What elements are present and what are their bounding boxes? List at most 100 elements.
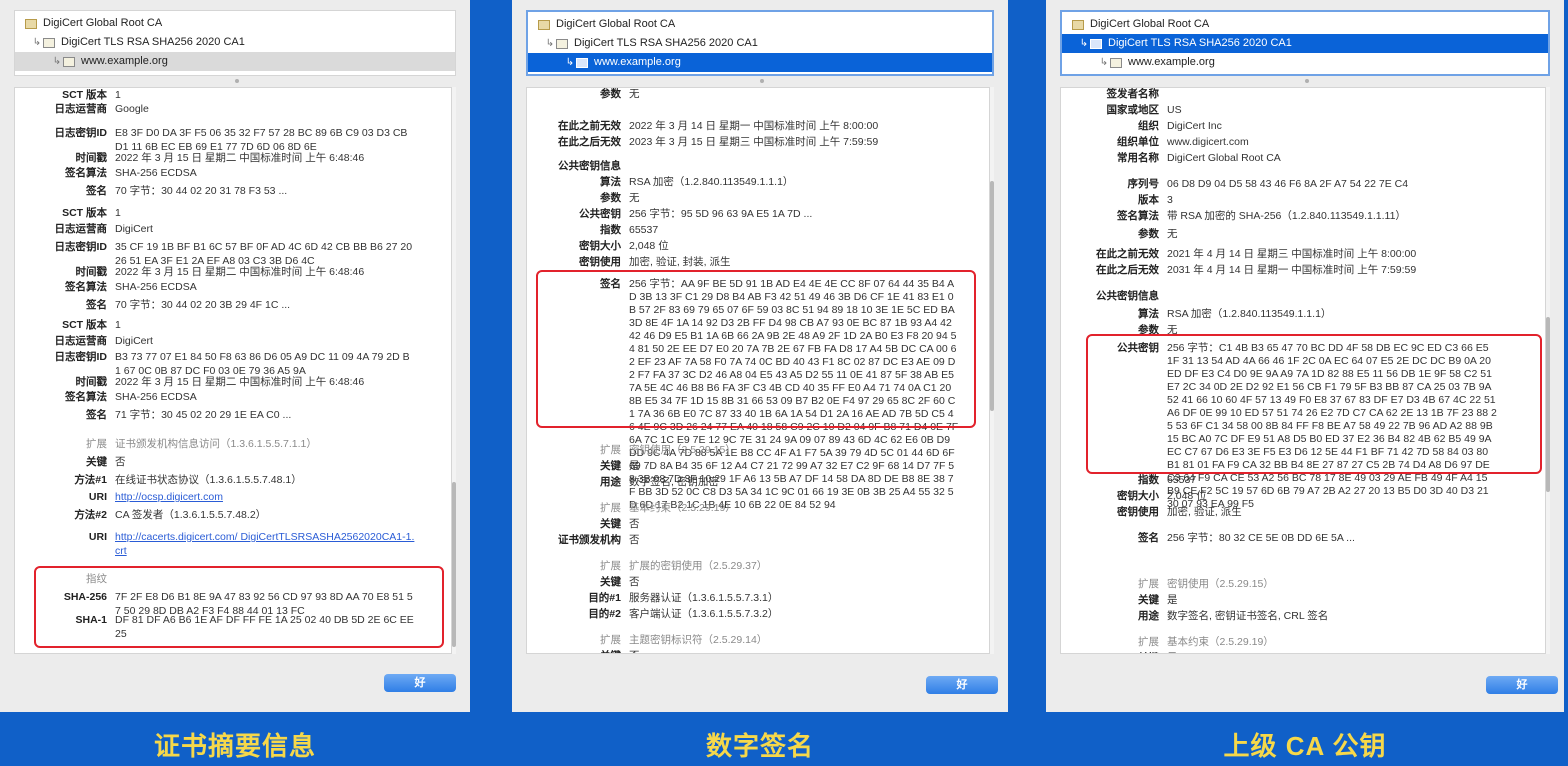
details-scrollbar[interactable] [1546,87,1550,654]
tree-item-intermediate[interactable]: ↳ DigiCert TLS RSA SHA256 2020 CA1 [1062,34,1548,53]
detail-row: 证书颁发机构否 [527,534,959,547]
detail-label: 日志运营商 [54,335,108,347]
split-resize-handle[interactable] [235,79,239,83]
detail-row: 日志密钥ID B3 73 77 07 E1 84 50 F8 63 86 D6 0… [15,350,415,378]
tree-item-leaf[interactable]: ↳ www.example.org [1062,53,1548,72]
detail-label: 目的#2 [588,608,621,620]
detail-value: 2022 年 3 月 15 日 星期二 中国标准时间 上午 6:48:46 [115,376,365,388]
detail-value: 71 字节：30 45 02 20 29 1E EA C0 ... [115,409,292,421]
detail-value: RSA 加密（1.2.840.113549.1.1.1） [629,176,794,188]
tree-item-intermediate[interactable]: ↳ DigiCert TLS RSA SHA256 2020 CA1 [528,34,992,53]
detail-value: 2022 年 3 月 15 日 星期二 中国标准时间 上午 6:48:46 [115,266,365,278]
detail-label: 目的#1 [588,592,621,604]
certificate-chain-tree: DigiCert Global Root CA ↳ DigiCert TLS R… [1060,10,1550,76]
detail-label: 参数 [600,192,621,204]
ok-button[interactable]: 好 [926,676,998,694]
split-resize-handle[interactable] [760,79,764,83]
tree-branch-icon: ↳ [1099,57,1109,68]
detail-label: 关键 [1138,594,1159,606]
details-scrollbar[interactable] [452,87,456,654]
detail-value: 3 [1167,194,1173,206]
detail-label: 签名算法 [65,167,107,179]
detail-value: 1 [115,89,121,101]
detail-label: 在此之前无效 [558,120,621,132]
certificate-chain-tree: DigiCert Global Root CA ↳ DigiCert TLS R… [526,10,994,76]
detail-link[interactable]: http://cacerts.digicert.com/ DigiCertTLS… [115,530,415,558]
highlight-box-ca-public-key [1086,334,1542,474]
tree-item-root[interactable]: DigiCert Global Root CA [528,15,992,34]
detail-value: 65537 [629,224,659,236]
details-scrollbar[interactable] [990,87,994,654]
detail-value: E8 3F D0 DA 3F F5 06 35 32 F7 57 28 BC 8… [115,127,408,153]
detail-value: 无 [1167,228,1178,240]
detail-row: 算法 RSA 加密（1.2.840.113549.1.1.1） [1061,308,1497,321]
tree-item-leaf[interactable]: ↳ www.example.org [15,52,455,71]
detail-row: 用途 数字签名, 密钥加密 [527,476,959,489]
detail-value: Google [115,103,149,115]
detail-value: 证书颁发机构信息访问（1.3.6.1.5.5.7.1.1） [115,438,317,450]
detail-value: 否 [629,518,640,530]
detail-value: 否 [629,576,640,588]
detail-value: 密钥使用（2.5.29.15） [1167,578,1274,590]
detail-row: URI http://cacerts.digicert.com/ DigiCert… [15,530,415,558]
detail-row: SCT 版本 1 [15,206,415,220]
detail-value [1167,88,1497,101]
detail-row: 签名算法 SHA-256 ECDSA [15,166,415,180]
tree-item-root[interactable]: DigiCert Global Root CA [15,14,455,33]
detail-label: SCT 版本 [62,89,107,101]
ok-button[interactable]: 好 [384,674,456,692]
detail-row: 日志密钥ID 35 CF 19 1B BF B1 6C 57 BF 0F AD 4… [15,240,415,268]
detail-value: DigiCert Inc [1167,120,1222,132]
detail-value: 否 [629,650,959,653]
detail-value: DigiCert [115,223,153,235]
detail-label: 扩展 [600,634,621,646]
detail-label: 指数 [600,224,621,236]
detail-row: 参数无 [1061,228,1497,241]
detail-label: 国家或地区 [1106,104,1160,116]
detail-value: 在线证书状态协议（1.3.6.1.5.5.7.48.1） [115,474,302,486]
detail-value: 256 字节：95 5D 96 63 9A E5 1A 7D ... [629,208,813,220]
detail-label: 用途 [600,476,621,488]
detail-value: 65537 [1167,474,1197,486]
detail-row: SCT 版本 1 [15,318,415,332]
detail-label: 在此之后无效 [1096,264,1159,276]
detail-row: 组织单位 www.digicert.com [1061,136,1497,149]
detail-label: 时间戳 [75,152,108,164]
detail-row: 扩展 主题密钥标识符（2.5.29.14） [527,634,959,647]
ok-button[interactable]: 好 [1486,676,1558,694]
detail-value: 70 字节：30 44 02 20 3B 29 4F 1C ... [115,299,291,311]
detail-label: 签名算法 [1117,210,1159,222]
detail-value: 扩展的密钥使用（2.5.29.37） [629,560,768,572]
detail-value: SHA-256 ECDSA [115,391,197,403]
scrollbar-thumb[interactable] [452,482,456,647]
detail-label: 日志运营商 [54,223,108,235]
detail-label: 在此之后无效 [558,136,621,148]
detail-row: 日志密钥ID E8 3F D0 DA 3F F5 06 35 32 F7 57 2… [15,126,415,154]
detail-value: 无 [629,192,640,204]
detail-row: 在此之后无效 2023 年 3 月 15 日 星期三 中国标准时间 上午 7:59… [527,136,959,149]
detail-label: 签名 [86,409,107,421]
detail-value: 2022 年 3 月 15 日 星期二 中国标准时间 上午 6:48:46 [115,152,365,164]
detail-row: 指数 65537 [527,224,959,237]
scrollbar-thumb[interactable] [990,181,994,411]
highlight-box-fingerprint [34,566,444,648]
split-resize-handle[interactable] [1305,79,1309,83]
detail-row: 算法 RSA 加密（1.2.840.113549.1.1.1） [527,176,959,189]
detail-label: 方法#2 [74,509,107,521]
detail-value: 35 CF 19 1B BF B1 6C 57 BF 0F AD 4C 6D 4… [115,241,413,267]
tree-item-leaf[interactable]: ↳ www.example.org [528,53,992,72]
detail-label: URI [88,531,107,543]
tree-item-label: www.example.org [594,56,681,68]
detail-row: 扩展 扩展的密钥使用（2.5.29.37） [527,560,959,573]
tree-item-label: DigiCert Global Root CA [1090,18,1210,30]
tree-item-root[interactable]: DigiCert Global Root CA [1062,15,1548,34]
detail-link[interactable]: http://ocsp.digicert.com [115,490,415,504]
scrollbar-thumb[interactable] [1546,317,1550,492]
detail-value: 无 [629,88,640,100]
detail-row: 时间戳 2022 年 3 月 15 日 星期二 中国标准时间 上午 6:48:46 [15,151,415,165]
tree-item-intermediate[interactable]: ↳ DigiCert TLS RSA SHA256 2020 CA1 [15,33,455,52]
detail-label: 关键 [1061,652,1167,653]
detail-row: 签名算法 SHA-256 ECDSA [15,390,415,404]
detail-label: 密钥大小 [579,240,621,252]
detail-value: 加密, 验证, 派生 [1167,506,1242,518]
